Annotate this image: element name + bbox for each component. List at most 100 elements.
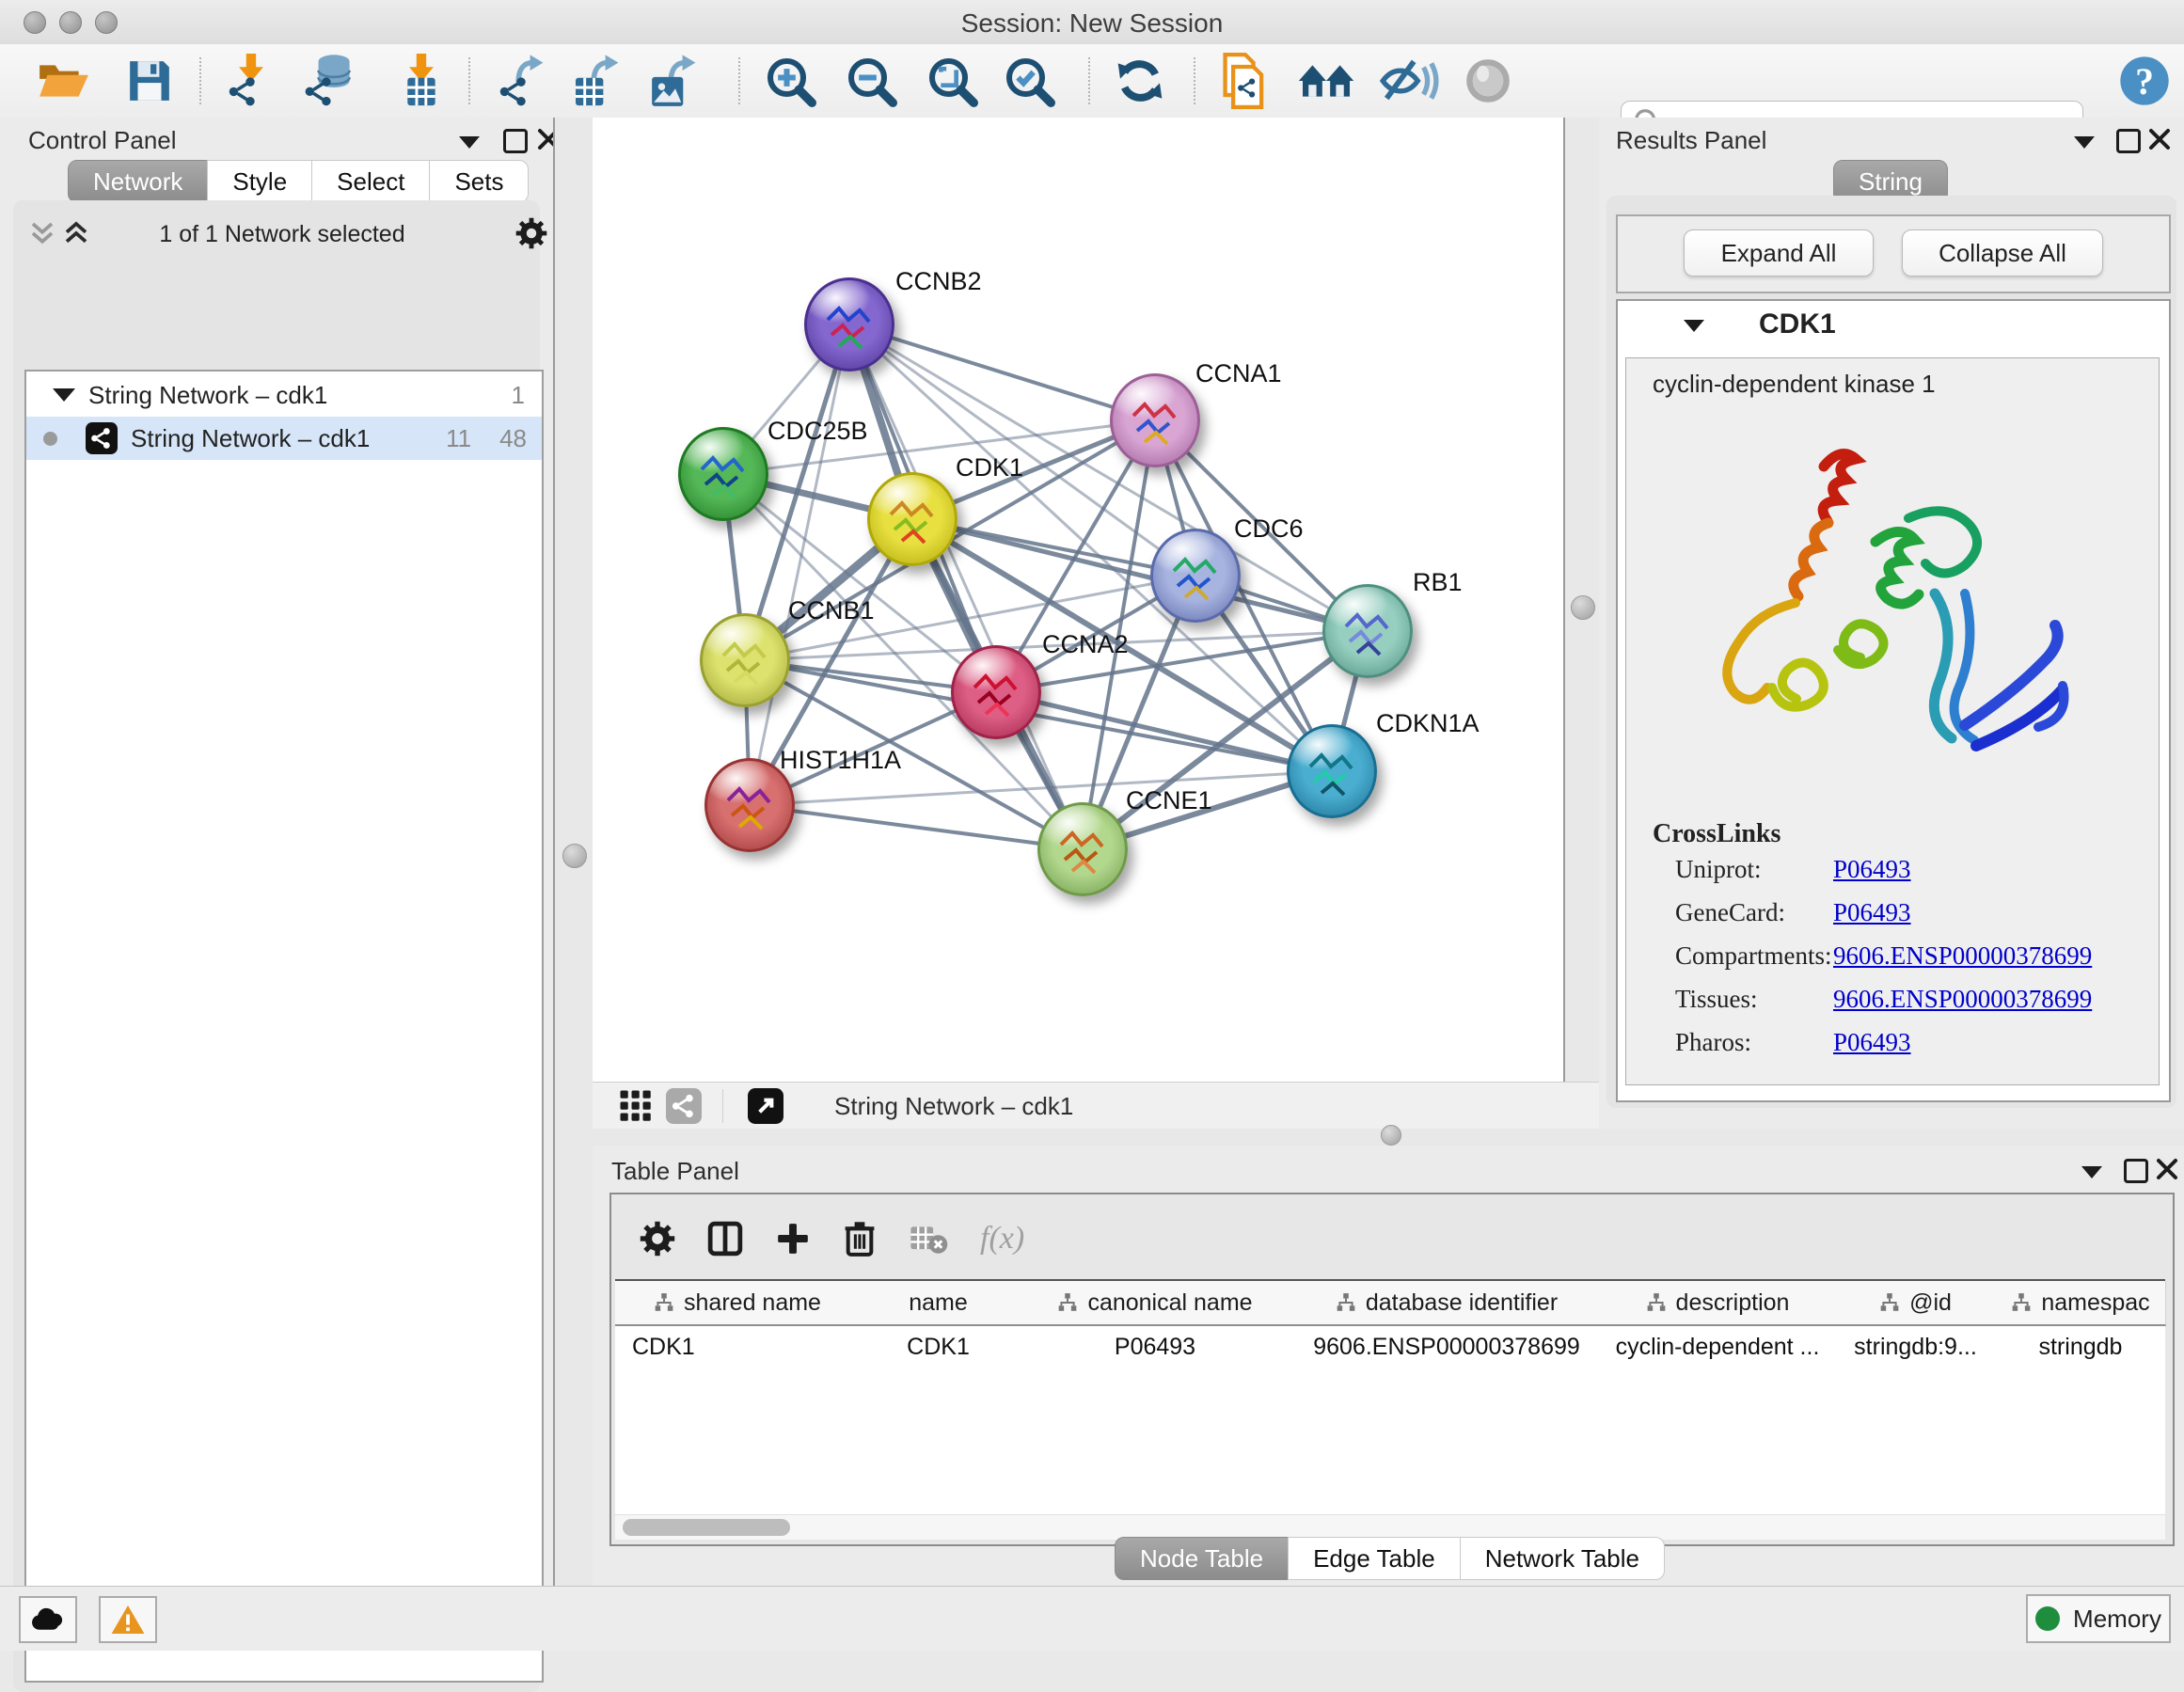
column-header-namespac[interactable]: namespac	[1996, 1281, 2166, 1326]
network-node-ccnb2[interactable]	[804, 277, 894, 372]
export-table-icon[interactable]	[572, 53, 625, 109]
table-cell[interactable]: stringdb:9...	[1835, 1326, 1996, 1368]
close-panel-button[interactable]	[2155, 1157, 2179, 1181]
houses-icon[interactable]	[1296, 53, 1356, 109]
network-node-ccna1[interactable]	[1110, 373, 1200, 467]
memory-button[interactable]: Memory	[2026, 1594, 2171, 1643]
columns-icon[interactable]	[707, 1221, 743, 1257]
trash-icon[interactable]	[843, 1220, 877, 1257]
table-hscrollbar[interactable]	[615, 1514, 2165, 1540]
network-node-cdc6[interactable]	[1150, 529, 1241, 623]
import-table-icon[interactable]	[399, 53, 446, 109]
network-node-cdkn1a[interactable]	[1287, 724, 1377, 818]
left-splitter[interactable]	[553, 118, 595, 1586]
crosslink-label: Tissues:	[1675, 985, 1758, 1014]
network-node-ccnb1[interactable]	[700, 613, 790, 707]
tree-expander-icon[interactable]	[53, 388, 75, 402]
node-label-ccna1: CCNA1	[1195, 359, 1282, 388]
results-panel-title: Results Panel	[1616, 126, 1766, 155]
left-splitter-handle[interactable]	[562, 844, 587, 868]
network-edge[interactable]	[849, 324, 1155, 420]
zoom-out-icon[interactable]	[845, 53, 897, 109]
collapse-section-icon[interactable]	[1684, 320, 1704, 332]
export-network-icon[interactable]	[497, 53, 549, 109]
network-node-cdc25b[interactable]	[678, 427, 768, 521]
column-header-name[interactable]: name	[860, 1281, 1018, 1326]
import-network-database-icon[interactable]	[303, 53, 361, 109]
open-in-window-icon[interactable]	[748, 1088, 783, 1124]
tab-network[interactable]: Network	[68, 160, 208, 203]
network-collection-row[interactable]: String Network – cdk1 1	[26, 373, 542, 417]
collapse-all-button[interactable]: Collapse All	[1902, 229, 2103, 277]
memory-status-dot	[2035, 1606, 2060, 1631]
table-cell[interactable]: cyclin-dependent ...	[1600, 1326, 1835, 1368]
table-cell[interactable]: P06493	[1017, 1326, 1293, 1368]
zoom-in-icon[interactable]	[764, 53, 816, 109]
string-view-icon[interactable]	[666, 1088, 702, 1124]
grid-view-icon[interactable]	[619, 1089, 653, 1123]
plus-icon[interactable]	[775, 1221, 811, 1257]
float-panel-button[interactable]	[2081, 1166, 2102, 1178]
gear-icon[interactable]	[640, 1221, 675, 1257]
right-splitter-handle[interactable]	[1571, 595, 1595, 620]
tab-node-table[interactable]: Node Table	[1115, 1537, 1289, 1580]
tab-select[interactable]: Select	[311, 160, 430, 203]
network-node-ccna2[interactable]	[951, 645, 1041, 739]
table-cell[interactable]: 9606.ENSP00000378699	[1293, 1326, 1600, 1368]
help-icon[interactable]: ?	[2118, 53, 2171, 109]
float-panel-button[interactable]	[2074, 136, 2095, 149]
maximize-panel-button[interactable]	[2124, 1159, 2148, 1183]
column-header-canonical-name[interactable]: canonical name	[1017, 1281, 1294, 1326]
documents-network-icon[interactable]	[1219, 53, 1272, 109]
column-header--id[interactable]: @id	[1835, 1281, 1997, 1326]
crosslink-link[interactable]: 9606.ENSP00000378699	[1833, 985, 2092, 1014]
network-canvas[interactable]: CCNB2CCNA1CDC25BCDK1CDC6RB1CCNB1CCNA2CDK…	[593, 118, 1563, 1082]
network-edge[interactable]	[750, 805, 1083, 849]
horizontal-splitter[interactable]	[593, 1129, 2184, 1146]
network-edge[interactable]	[996, 692, 1332, 771]
crosslink-link[interactable]: 9606.ENSP00000378699	[1833, 941, 2092, 971]
expand-all-button[interactable]: Expand All	[1684, 229, 1874, 277]
open-session-icon[interactable]	[36, 53, 90, 109]
tab-style[interactable]: Style	[207, 160, 312, 203]
network-node-ccne1[interactable]	[1037, 802, 1128, 896]
right-splitter[interactable]	[1563, 118, 1602, 1129]
table-cell[interactable]: CDK1	[860, 1326, 1017, 1368]
cloud-button[interactable]	[19, 1596, 77, 1643]
network-options-gear-icon[interactable]	[515, 217, 547, 249]
tab-sets[interactable]: Sets	[429, 160, 529, 203]
maximize-panel-button[interactable]	[503, 129, 528, 153]
eye-slash-icon[interactable]	[1377, 53, 1439, 109]
column-header-database-identifier[interactable]: database identifier	[1293, 1281, 1601, 1326]
warning-button[interactable]	[99, 1596, 157, 1643]
network-row-selected[interactable]: String Network – cdk1 11 48	[26, 417, 542, 460]
current-network-dot	[43, 432, 57, 446]
collapse-all-networks-icon[interactable]	[28, 219, 56, 247]
tab-network-table[interactable]: Network Table	[1460, 1537, 1665, 1580]
network-node-cdk1[interactable]	[867, 472, 957, 566]
crosslink-link[interactable]: P06493	[1833, 855, 1911, 884]
sphere-icon[interactable]	[1464, 53, 1512, 109]
import-network-file-icon[interactable]	[226, 53, 278, 109]
table-cell[interactable]: CDK1	[615, 1326, 860, 1368]
crosslink-link[interactable]: P06493	[1833, 1028, 1911, 1057]
crosslink-link[interactable]: P06493	[1833, 898, 1911, 927]
network-edge[interactable]	[750, 324, 849, 805]
column-header-description[interactable]: description	[1600, 1281, 1836, 1326]
delete-table-icon[interactable]	[909, 1223, 948, 1255]
zoom-fit-icon[interactable]	[926, 53, 978, 109]
network-node-rb1[interactable]	[1322, 584, 1413, 678]
tab-edge-table[interactable]: Edge Table	[1288, 1537, 1461, 1580]
maximize-panel-button[interactable]	[2116, 129, 2141, 153]
function-icon[interactable]: f(x)	[980, 1221, 1024, 1257]
table-cell[interactable]: stringdb	[1996, 1326, 2165, 1368]
refresh-icon[interactable]	[1114, 53, 1166, 109]
float-panel-button[interactable]	[459, 136, 480, 149]
column-header-shared-name[interactable]: shared name	[615, 1281, 861, 1326]
export-image-icon[interactable]	[649, 53, 702, 109]
horizontal-splitter-handle[interactable]	[1381, 1125, 1401, 1146]
zoom-selected-icon[interactable]	[1003, 53, 1055, 109]
close-panel-button[interactable]	[2147, 127, 2172, 151]
save-session-icon[interactable]	[126, 53, 173, 109]
table-hscrollbar-thumb[interactable]	[623, 1519, 790, 1536]
